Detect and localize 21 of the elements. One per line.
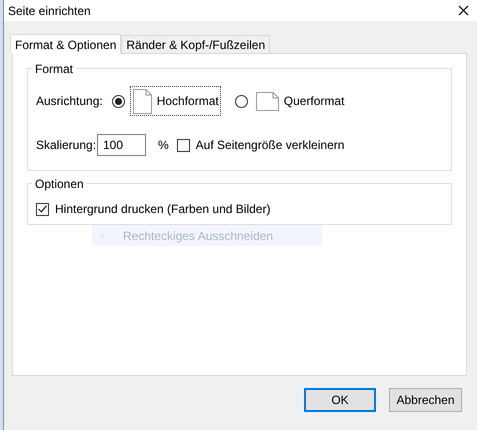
radio-button[interactable] <box>112 94 125 108</box>
option-label: Querformat <box>284 93 344 110</box>
checkbox-label: Auf Seitengröße verkleinern <box>196 137 344 154</box>
tab[interactable]: Format & Optionen <box>10 34 122 54</box>
option-label: Hochformat <box>156 93 219 110</box>
window-title: Seite einrichten <box>8 2 91 20</box>
close-icon[interactable] <box>458 5 469 16</box>
cancel-button[interactable]: Abbrechen <box>389 388 462 412</box>
scale-field[interactable]: 100 <box>97 134 146 156</box>
radio-button[interactable] <box>234 94 248 108</box>
unit-label: % <box>158 137 169 154</box>
page-icon <box>256 92 279 110</box>
tab[interactable]: Ränder & Kopf-/Fußzeilen <box>121 35 270 53</box>
checkbox[interactable] <box>36 202 49 216</box>
field-label: Ausrichtung: <box>36 93 103 110</box>
ok-button[interactable]: OK <box>304 388 376 412</box>
menu-item-label: Rechteckiges Ausschneiden <box>123 228 274 244</box>
checkbox-label: Hintergrund drucken (Farben und Bilder) <box>55 201 270 218</box>
field-label: Skalierung: <box>36 137 94 154</box>
page-icon <box>132 88 152 114</box>
checkbox[interactable] <box>176 138 190 152</box>
